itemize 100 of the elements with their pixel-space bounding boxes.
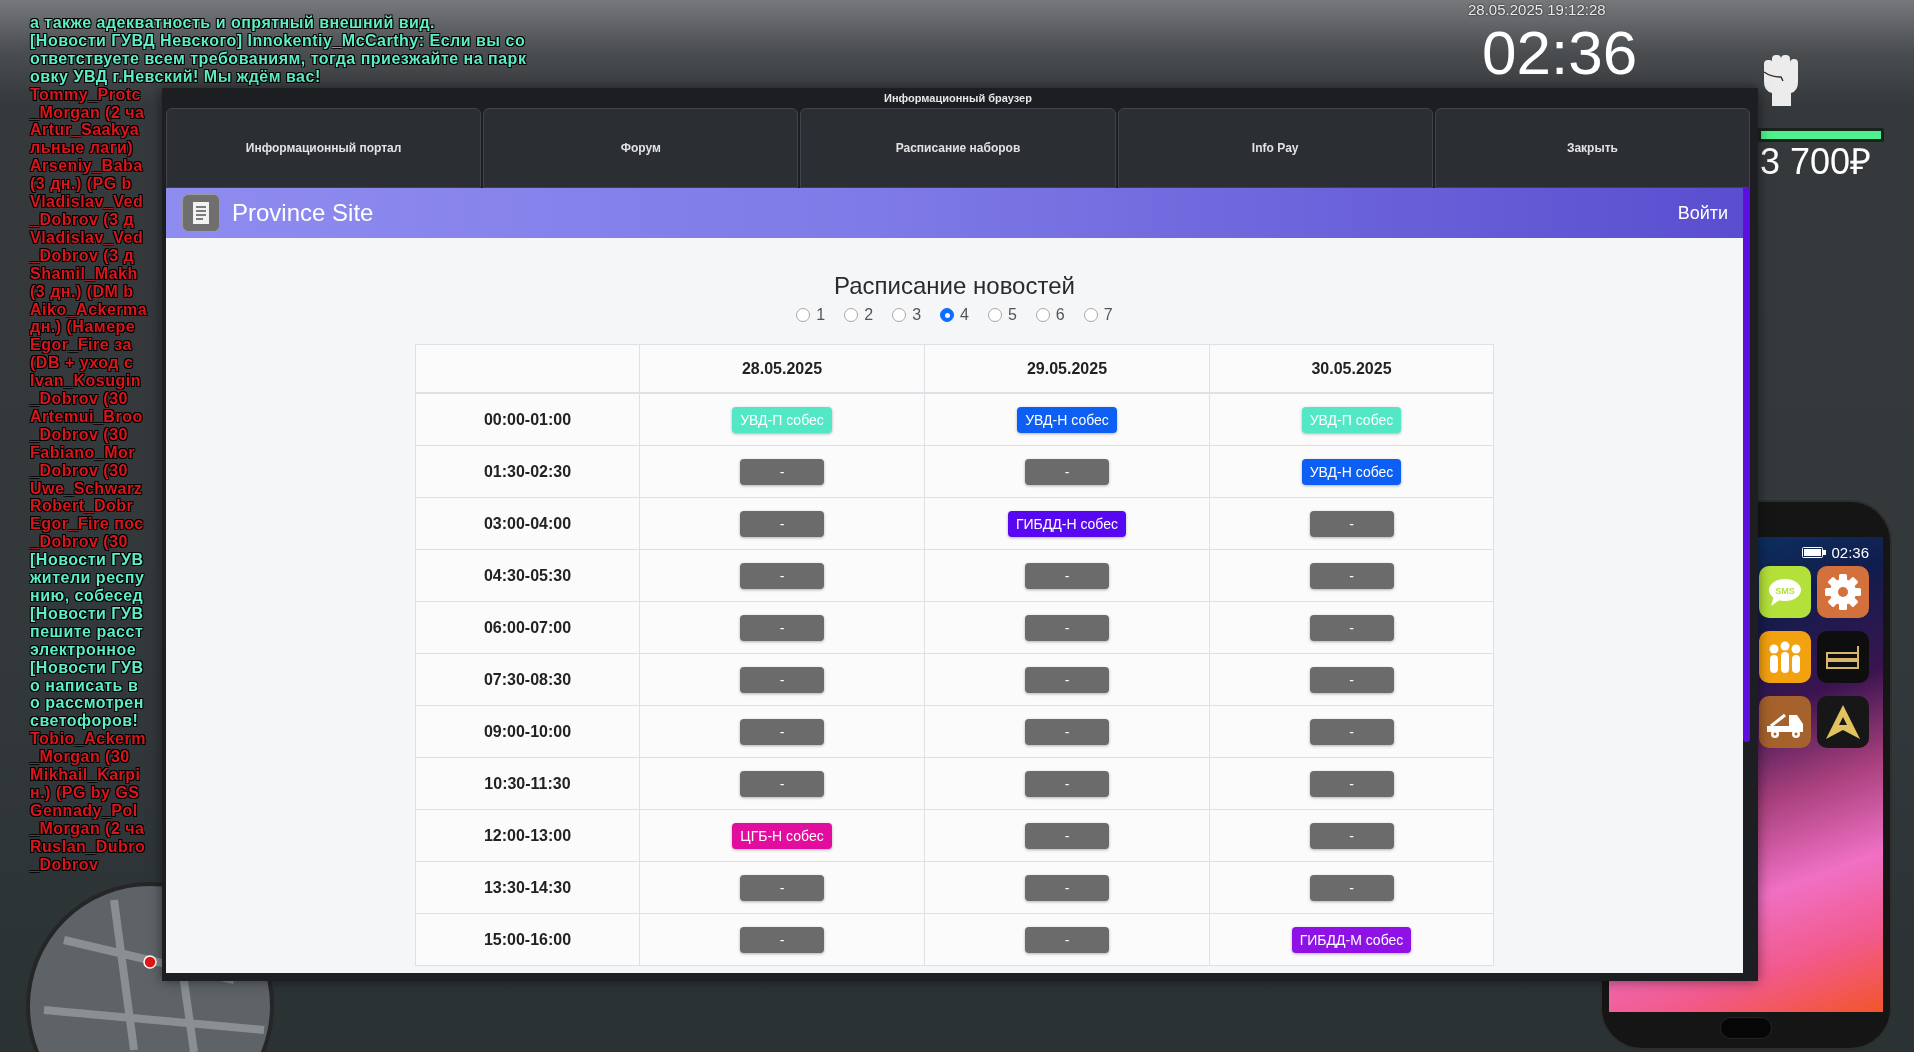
column-header: 30.05.2025 xyxy=(1210,345,1494,394)
chat-line: электронное xyxy=(30,640,137,659)
radio-button[interactable] xyxy=(844,308,859,322)
chat-line: _Morgan (30 xyxy=(30,748,130,767)
chat-line: овку УВД г.Невский! Мы ждём вас! xyxy=(30,67,321,86)
battery-icon xyxy=(1802,546,1827,558)
window-title: Информационный браузер xyxy=(884,92,1032,104)
schedule-tag: - xyxy=(740,666,824,693)
chat-line: жители респу xyxy=(30,569,145,587)
site-logo-icon xyxy=(182,194,220,232)
time-cell: 12:00-13:00 xyxy=(416,810,640,862)
scrollbar-thumb[interactable] xyxy=(1743,188,1750,742)
page-title: Расписание новостей xyxy=(834,271,1075,301)
nav-tab[interactable]: Форум xyxy=(483,108,799,188)
chat-line: [Новости ГУВ xyxy=(30,551,144,570)
chat-line: [Новости ГУВ xyxy=(30,658,144,677)
radio-label[interactable]: 6 xyxy=(1055,306,1065,324)
home-button[interactable] xyxy=(1720,1017,1772,1039)
chat-line: Uwe_Schwarz xyxy=(30,479,143,498)
chat-line: _Morgan (2 ча xyxy=(30,103,145,122)
time-cell: 10:30-11:30 xyxy=(416,758,640,810)
schedule-tag: - xyxy=(1309,822,1394,849)
time-cell: 01:30-02:30 xyxy=(416,446,640,498)
chat-line: _Dobrov (30 xyxy=(30,533,128,552)
chat-line: Vladislav_Ved xyxy=(30,193,144,211)
schedule-tag: - xyxy=(740,562,824,589)
time-cell: 09:00-10:00 xyxy=(416,706,640,758)
time-cell: 00:00-01:00 xyxy=(416,394,640,446)
radio-label[interactable]: 1 xyxy=(816,306,826,324)
login-link[interactable]: Войти xyxy=(1677,202,1728,224)
schedule-tag: - xyxy=(740,614,824,641)
time-cell: 06:00-07:00 xyxy=(416,602,640,654)
radio-button[interactable] xyxy=(796,308,811,322)
radio-label[interactable]: 5 xyxy=(1007,306,1017,324)
radio-button[interactable] xyxy=(892,308,907,322)
chat-line: льные лаги) xyxy=(30,139,134,158)
chat-line: о написать в xyxy=(30,676,139,695)
schedule-tag: ЦГБ-Н собес xyxy=(732,822,832,849)
schedule-tag: - xyxy=(1025,926,1109,953)
radio-button[interactable] xyxy=(1083,308,1098,322)
chat-line: дн.) (Намере xyxy=(30,318,136,337)
column-header: 29.05.2025 xyxy=(925,345,1210,394)
schedule-tag: УВД-П собес xyxy=(732,406,832,433)
schedule-tag: - xyxy=(1025,458,1109,485)
column-header: 28.05.2025 xyxy=(640,345,925,394)
nav-tab[interactable]: Информационный портал xyxy=(166,108,482,188)
radio-button[interactable] xyxy=(940,308,955,322)
schedule-tag: - xyxy=(740,770,824,797)
time-cell: 15:00-16:00 xyxy=(416,914,640,966)
truck-icon[interactable] xyxy=(1759,696,1811,748)
chat-line: _Dobrov (30 xyxy=(30,390,128,408)
schedule-tag: - xyxy=(740,926,824,953)
chat-line: Gennady_Pol xyxy=(30,801,138,820)
chat-line: о рассмотрен xyxy=(30,694,144,713)
nav-tab[interactable]: Info Pay xyxy=(1117,108,1433,188)
site-title: Province Site xyxy=(232,199,374,227)
chat-line: Vladislav_Ved xyxy=(30,228,144,247)
schedule-tag: - xyxy=(740,510,824,537)
chat-line: _Morgan (2 ча xyxy=(30,819,145,838)
schedule-tag: - xyxy=(740,874,824,901)
chat-line: _Dobrov (30 xyxy=(30,461,128,480)
schedule-tag: - xyxy=(1309,562,1394,589)
schedule-tag: - xyxy=(1025,666,1109,693)
time-cell: 03:00-04:00 xyxy=(416,498,640,550)
time-cell: 13:30-14:30 xyxy=(416,862,640,914)
nav-tab[interactable]: Закрыть xyxy=(1434,108,1750,188)
schedule-tag: - xyxy=(1025,562,1109,589)
clock: 02:36 xyxy=(1482,22,1638,84)
chat-line: Aiko_Ackerma xyxy=(30,300,148,319)
radio-label[interactable]: 2 xyxy=(864,306,874,324)
schedule-tag: - xyxy=(1025,614,1109,641)
chat-line: Egor_Fire за xyxy=(30,336,132,355)
schedule-tag: - xyxy=(740,458,824,485)
people-icon[interactable] xyxy=(1759,631,1811,683)
chat-line: Robert_Dobr xyxy=(30,497,134,516)
nav-tab[interactable]: Расписание наборов xyxy=(800,108,1116,188)
chat-line: Shamil_Makh xyxy=(30,264,138,283)
radio-label[interactable]: 7 xyxy=(1103,306,1113,324)
schedule-tag: УВД-П собес xyxy=(1301,406,1402,433)
chat-line: (3 дн.) (DM b xyxy=(30,282,134,301)
money-amount: 3 700₽ xyxy=(1760,140,1872,184)
schedule-tag: - xyxy=(1025,874,1109,901)
chat-line: Tobio_Ackerm xyxy=(30,730,146,749)
gear-icon[interactable] xyxy=(1817,566,1869,618)
time-cell: 04:30-05:30 xyxy=(416,550,640,602)
radio-button[interactable] xyxy=(987,308,1002,322)
chat-line: _Dobrov (30 xyxy=(30,425,128,444)
chat-line: [Новости ГУВД Невского] Innokentiy_McCarthy: Если вы со xyxy=(30,31,526,50)
radio-label[interactable]: 4 xyxy=(960,306,969,324)
chat-line: (DB + уход с xyxy=(30,354,134,373)
chat-line: _Dobrov (3 д xyxy=(30,246,135,265)
bed-icon[interactable] xyxy=(1817,631,1869,683)
schedule-tag: - xyxy=(1309,510,1394,537)
chat-line: а также адекватность и опрятный внешний вид. xyxy=(30,14,435,32)
chat-line: _Dobrov (3 д xyxy=(30,210,135,229)
chat-line: Ivan_Kosugin xyxy=(30,372,141,391)
chat-line: _Dobrov xyxy=(30,855,99,874)
chat-line: Ruslan_Dubro xyxy=(30,837,146,856)
radio-label[interactable]: 3 xyxy=(912,306,922,324)
radio-button[interactable] xyxy=(1035,308,1050,322)
